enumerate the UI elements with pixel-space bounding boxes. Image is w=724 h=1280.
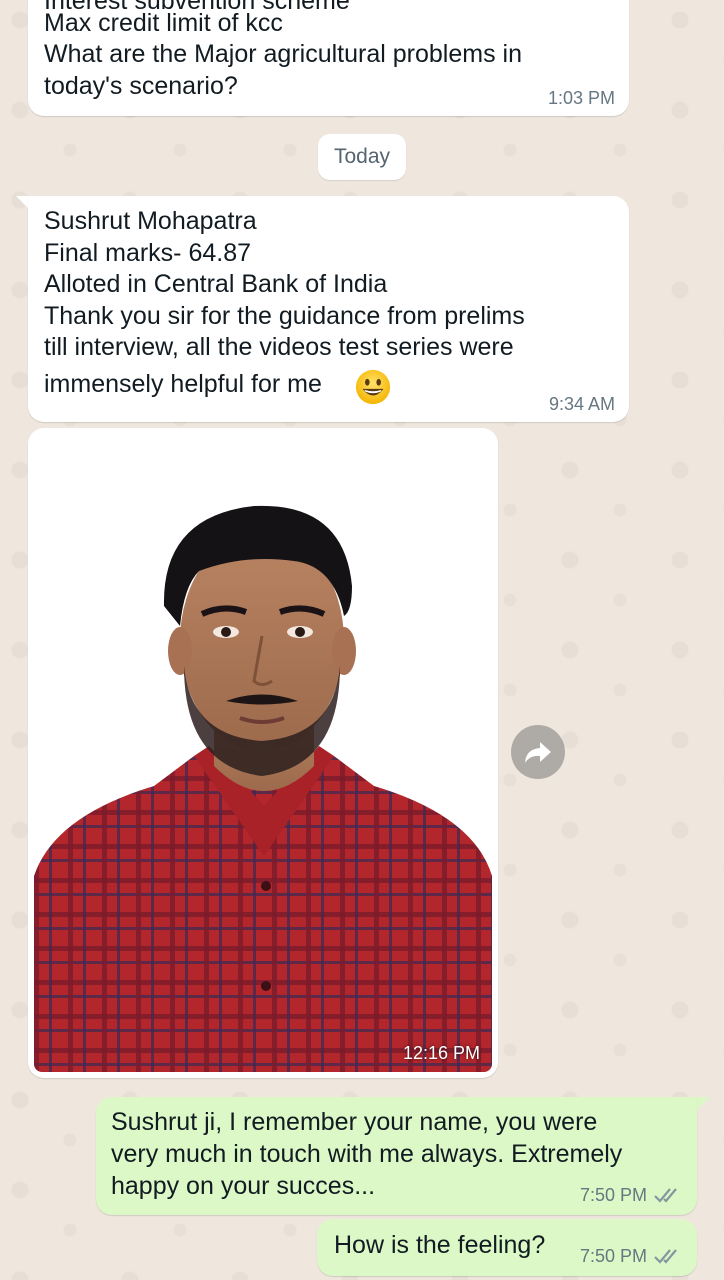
portrait-photo-image [34, 436, 492, 1072]
message-text: Sushrut Mohapatra [44, 207, 257, 235]
message-text: Sushrut ji, I remember your name, you we… [111, 1108, 598, 1136]
message-bubble-outgoing[interactable]: How is the feeling? 7:50 PM [317, 1219, 697, 1276]
message-text: How is the feeling? [334, 1231, 546, 1259]
forward-button[interactable] [511, 725, 565, 779]
message-text: Final marks- 64.87 [44, 239, 252, 267]
message-bubble-outgoing[interactable]: Sushrut ji, I remember your name, you we… [96, 1097, 697, 1215]
bubble-tail [696, 1097, 710, 1111]
message-timestamp: 7:50 PM [579, 1246, 647, 1266]
message-text: immensely helpful for me [44, 370, 322, 398]
grinning-face-icon [355, 369, 391, 405]
message-text: happy on your succes... [111, 1172, 376, 1200]
message-timestamp: 7:50 PM [579, 1185, 647, 1205]
double-check-icon [654, 1188, 677, 1203]
message-text: What are the Major agricultural problems… [44, 40, 522, 68]
forward-icon [525, 742, 551, 763]
portrait-photo[interactable]: 12:16 PM [34, 436, 492, 1072]
message-timestamp: 9:34 AM [548, 394, 615, 414]
date-divider: Today [318, 134, 406, 180]
message-bubble-incoming[interactable]: Interest subvention scheme Max credit li… [28, 0, 629, 116]
message-text: very much in touch with me always. Extre… [111, 1140, 623, 1168]
message-bubble-incoming[interactable]: Sushrut Mohapatra Final marks- 64.87 All… [28, 196, 629, 422]
message-timestamp: 1:03 PM [547, 88, 615, 108]
message-text: Thank you sir for the guidance from prel… [44, 302, 525, 330]
message-text: Max credit limit of kcc [44, 9, 283, 37]
message-text: Alloted in Central Bank of India [44, 270, 388, 298]
double-check-icon [654, 1249, 677, 1264]
image-timestamp: 12:16 PM [402, 1043, 480, 1063]
message-text: today's scenario? [44, 72, 238, 100]
message-text: till interview, all the videos test seri… [44, 333, 514, 361]
